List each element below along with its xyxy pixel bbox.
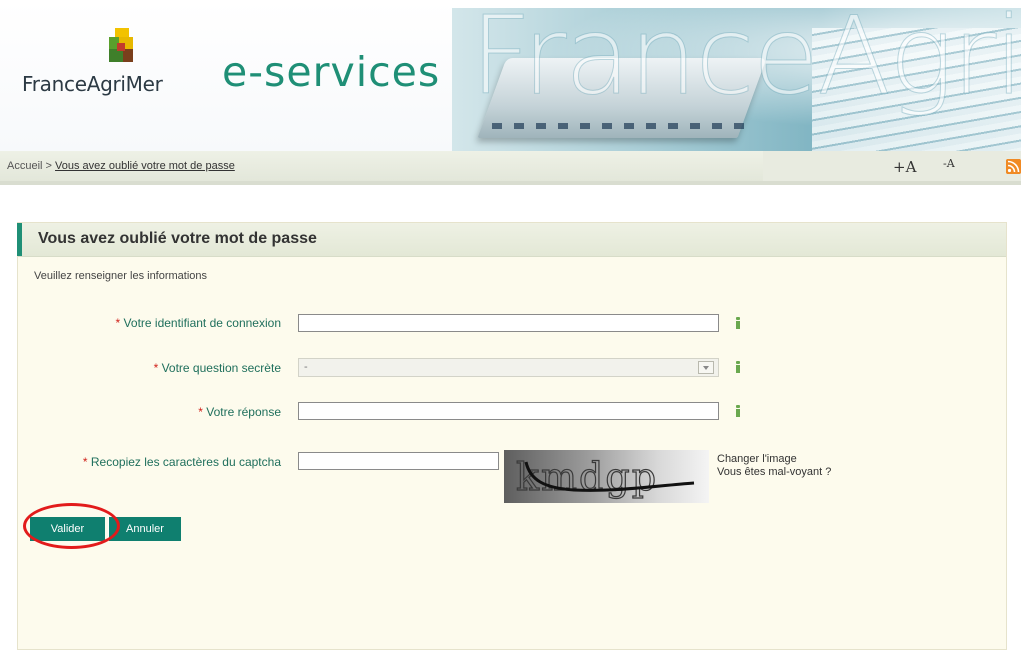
site-banner: FranceAgriMer FranceAgriMer e-services [0,0,1021,151]
validate-button[interactable]: Valider [30,517,105,541]
audio-captcha-link[interactable]: Vous êtes mal-voyant ? [717,466,831,479]
breadcrumb-separator: > [45,160,52,172]
answer-label-text: Votre réponse [206,405,281,419]
breadcrumb-current-link[interactable]: Vous avez oublié votre mot de passe [55,160,235,172]
form-intro-text: Veuillez renseigner les informations [34,270,208,282]
secret-question-select[interactable]: - [298,358,719,377]
site-logo[interactable]: FranceAgriMer [22,28,182,108]
dropdown-arrow-icon[interactable] [698,361,714,374]
captcha-image: kmdgp [504,450,709,503]
secret-question-label-text: Votre question secrète [161,361,281,375]
login-id-label: * Votre identifiant de connexion [116,316,281,330]
change-captcha-link[interactable]: Changer l'image [717,453,831,466]
panel-header: Vous avez oublié votre mot de passe [17,223,1006,257]
required-marker: * [115,316,121,330]
rss-icon[interactable] [1006,159,1021,174]
breadcrumb-home-link[interactable]: Accueil [7,160,42,172]
captcha-label: * Recopiez les caractères du captcha [83,455,281,469]
required-marker: * [198,405,203,419]
page-title: Vous avez oublié votre mot de passe [38,230,317,247]
login-id-info-icon[interactable] [736,317,740,329]
login-id-label-text: Votre identifiant de connexion [123,316,281,330]
logo-text: FranceAgriMer [22,72,163,96]
breadcrumb-bar: Accueil > Vous avez oublié votre mot de … [0,151,1021,185]
captcha-text: kmdgp [516,455,658,499]
franceagrimer-logo-icon [109,28,133,62]
panel-header-accent [17,223,22,256]
banner-watermark: FranceAgriMer [469,0,1021,120]
captcha-links: Changer l'image Vous êtes mal-voyant ? [717,453,831,479]
secret-question-label: * Votre question secrète [154,361,281,375]
captcha-input[interactable] [298,452,499,470]
accessibility-tools: +A -A [763,151,1021,181]
banner-laptop-ports [492,123,752,129]
service-title: e-services [222,48,441,96]
font-decrease-button[interactable]: -A [943,157,955,170]
font-increase-button[interactable]: +A [893,158,916,176]
captcha-graphic: kmdgp [515,454,695,500]
cancel-button[interactable]: Annuler [108,517,181,541]
captcha-label-text: Recopiez les caractères du captcha [90,455,281,469]
secret-question-selected-value: - [304,361,308,373]
answer-input[interactable] [298,402,719,420]
breadcrumb: Accueil > Vous avez oublié votre mot de … [7,160,235,172]
required-marker: * [82,455,88,469]
answer-info-icon[interactable] [736,405,740,417]
answer-label: * Votre réponse [198,405,281,419]
required-marker: * [153,361,159,375]
secret-question-info-icon[interactable] [736,361,740,373]
login-id-input[interactable] [298,314,719,332]
password-recovery-panel: Vous avez oublié votre mot de passe Veui… [17,222,1007,650]
